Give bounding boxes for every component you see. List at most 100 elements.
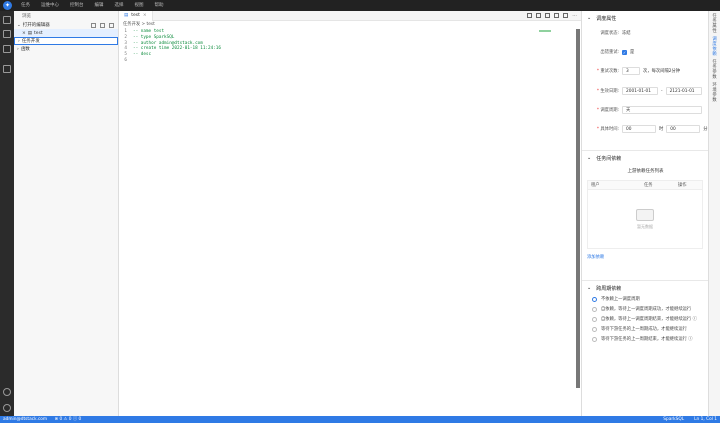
split-editor-icon[interactable] (563, 12, 569, 18)
sql-file-icon: ▤ (124, 13, 129, 18)
col-task: 任务 (644, 183, 653, 188)
top-menubar: ✦ 任务 运维中心 控制台 编辑 选择 视图 帮助 (0, 0, 720, 11)
close-tab-icon[interactable]: × (143, 13, 147, 18)
activity-bar (0, 11, 14, 416)
run-icon[interactable] (536, 12, 542, 18)
save-icon[interactable] (527, 12, 533, 18)
radio[interactable] (592, 316, 597, 322)
hour-select[interactable]: 00 (622, 125, 656, 133)
retry-count-label: 重试次数: (600, 69, 619, 74)
user-email[interactable]: admin@dtstack.com (3, 417, 47, 422)
file-icon: ▤ (27, 30, 33, 36)
explorer-sidebar: 浏览 ⌄ 打开的编辑器 × ▤ test › 任务开发 › 函数 (14, 11, 119, 416)
end-date-input[interactable]: 2121-01-01 (665, 87, 702, 95)
cross-option[interactable]: 等待下游任务的上一周期结束，才能继续运行 ⓘ (592, 336, 693, 342)
effective-label: 生效日期: (600, 89, 619, 94)
cursor-position[interactable]: Ln 1, Col 1 (694, 416, 717, 423)
cross-option[interactable]: 等待下游任务的上一周期成功，才能继续运行 (592, 326, 687, 332)
retry-count-input[interactable]: 3 (622, 67, 640, 75)
col-op: 操作 (678, 183, 687, 188)
chevron-down-icon: ⌄ (587, 15, 592, 21)
save-all-icon[interactable] (100, 22, 105, 28)
stop-icon[interactable] (545, 12, 551, 18)
col-tenant: 租户 (591, 183, 600, 188)
more-icon[interactable]: ··· (572, 13, 577, 19)
files-icon[interactable] (3, 30, 11, 38)
time-label: 具体时间: (600, 127, 619, 132)
schedule-header[interactable]: ⌄ 调度属性 (582, 11, 708, 25)
deps-section: ⌄ 任务间依赖 上游依赖任务列表 租户 任务 操作 暂无数据 添加依赖 (582, 151, 708, 281)
function-label: 函数 (20, 47, 30, 52)
cycle-select[interactable]: 天 (622, 106, 702, 114)
menu-item-view[interactable]: 视图 (135, 0, 144, 11)
resources-icon[interactable] (3, 45, 11, 53)
cross-option[interactable]: 自依赖，等待上一调度周期成功，才能继续运行 (592, 306, 691, 312)
empty-text: 暂无数据 (637, 223, 653, 229)
sidebar-header: 浏览 (22, 14, 31, 19)
radio[interactable] (592, 326, 597, 332)
cross-title: 跨周期依赖 (596, 285, 622, 292)
menu-item-task[interactable]: 任务 (21, 0, 30, 11)
code-line: 6 (124, 57, 127, 63)
retry-field: 出错重试: ✓ 是 (587, 49, 634, 55)
language-mode[interactable]: SparkSQL (663, 416, 684, 423)
cycle-field: * 调度周期: 天 (587, 106, 702, 114)
menu-item-select[interactable]: 选择 (115, 0, 124, 11)
add-dependency-link[interactable]: 添加依赖 (587, 254, 604, 260)
deps-empty: 暂无数据 (588, 190, 702, 248)
tree-item-function[interactable]: › 函数 (14, 45, 118, 53)
retry-label: 出错重试: (600, 50, 619, 55)
tab-task-props[interactable]: 任务属性 (709, 14, 720, 34)
schedule-title: 调度属性 (596, 15, 617, 22)
retry-value: 是 (630, 50, 635, 55)
tab-env-params[interactable]: 环境参数 (709, 83, 720, 103)
chevron-down-icon: ⌄ (587, 285, 592, 291)
radio[interactable] (592, 306, 597, 312)
cross-header[interactable]: ⌄ 跨周期依赖 (582, 281, 708, 295)
editor-scrollbar[interactable] (576, 29, 580, 388)
status-value: 冻结 (622, 31, 631, 36)
tab-label: test (131, 13, 140, 18)
close-all-icon[interactable] (109, 22, 114, 28)
minute-unit: 分 (703, 127, 708, 132)
retry-checkbox[interactable]: ✓ (622, 49, 627, 55)
close-icon[interactable]: × (22, 31, 26, 36)
new-file-icon[interactable] (91, 22, 96, 28)
main-menu: 任务 运维中心 控制台 编辑 选择 视图 帮助 (21, 0, 164, 11)
menu-item-ops[interactable]: 运维中心 (41, 0, 59, 11)
status-bar: admin@dtstack.com ⊗ 0 ⚠ 0 ⓘ 0 SparkSQL L… (0, 416, 720, 423)
cross-option[interactable]: 自依赖，等待上一调度周期结束，才能继续运行 ⓘ (592, 316, 697, 322)
tab-schedule-deps[interactable]: 调度依赖 (709, 37, 720, 57)
tree-item-task-dev[interactable]: › 任务开发 (14, 37, 118, 45)
format-icon[interactable] (554, 12, 560, 18)
explorer-icon[interactable] (3, 16, 11, 24)
menu-item-help[interactable]: 帮助 (155, 0, 164, 11)
menu-item-edit[interactable]: 编辑 (95, 0, 104, 11)
deps-table: 租户 任务 操作 暂无数据 (587, 180, 703, 249)
open-editors-label: 打开的编辑器 (22, 23, 50, 28)
open-file-item[interactable]: × ▤ test (14, 29, 118, 37)
calendar-icon[interactable] (3, 65, 11, 73)
radio-selected[interactable] (592, 296, 597, 302)
cross-option[interactable]: 不依赖上一调度周期 (592, 296, 640, 302)
minute-select[interactable]: 00 (666, 125, 701, 133)
app-logo-icon: ✦ (3, 1, 12, 10)
settings-gear-icon[interactable] (3, 404, 11, 412)
menu-item-console[interactable]: 控制台 (70, 0, 84, 11)
retry-count-field: * 重试次数: 3 次，每次间隔2分钟 (596, 67, 681, 75)
open-editors-section[interactable]: ⌄ 打开的编辑器 (14, 21, 118, 29)
sidebar-tools (91, 22, 118, 28)
start-date-input[interactable]: 2001-01-01 (622, 87, 658, 95)
effective-date-field: * 生效日期: 2001-01-01 - 2121-01-01 (587, 87, 702, 95)
tab-task-params[interactable]: 任务参数 (709, 60, 720, 80)
code-area[interactable]: 1 -- name test 2 -- type SparkSQL 3 -- auth… (119, 29, 581, 64)
minimap[interactable] (539, 30, 551, 32)
task-dev-label: 任务开发 (21, 39, 40, 44)
chevron-right-icon: › (18, 38, 20, 44)
schedule-section: ⌄ 调度属性 调度状态: 冻结 出错重试: ✓ 是 * 重试次数: 3 次，每次… (582, 11, 708, 151)
deps-header[interactable]: ⌄ 任务间依赖 (582, 151, 708, 165)
account-icon[interactable] (3, 388, 11, 396)
problem-counts[interactable]: ⊗ 0 ⚠ 0 ⓘ 0 (55, 417, 82, 422)
radio[interactable] (592, 336, 597, 342)
tab-test[interactable]: ▤ test × (119, 10, 153, 21)
